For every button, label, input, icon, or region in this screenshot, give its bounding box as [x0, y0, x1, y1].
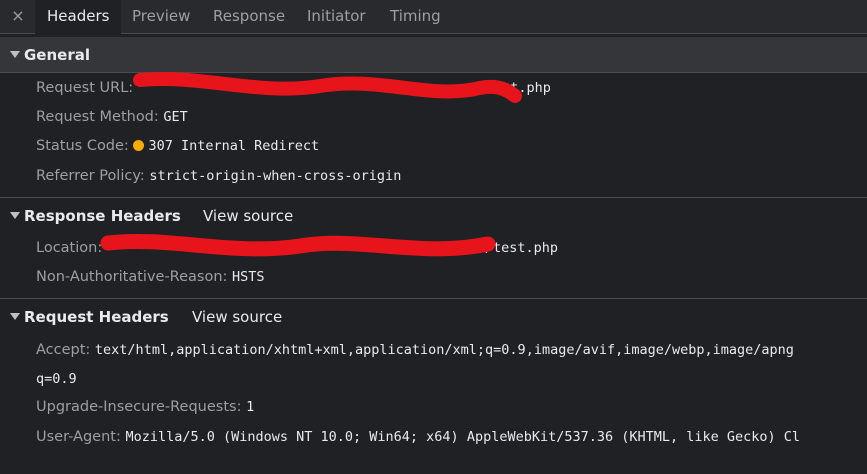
- redaction-scribble-location: [100, 234, 496, 257]
- redaction-scribble-url: [133, 71, 522, 103]
- redaction-overlay: [100, 71, 522, 257]
